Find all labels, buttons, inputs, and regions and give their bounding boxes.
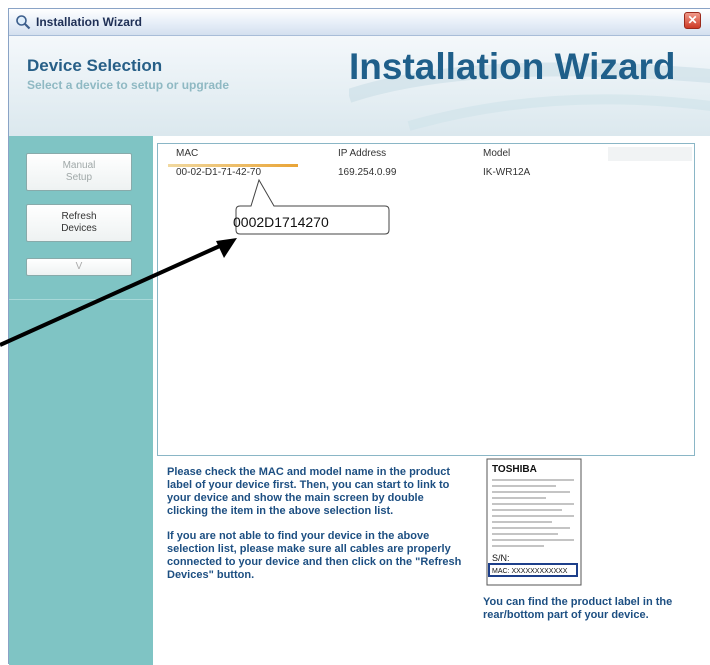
instruction-paragraph-1: Please check the MAC and model name in t… <box>167 466 451 517</box>
product-label-note: You can find the product label in the re… <box>483 596 673 621</box>
page-subtitle: Select a device to setup or upgrade <box>27 78 230 92</box>
row-model: IK-WR12A <box>483 167 531 178</box>
instruction-paragraph-2: If you are not able to find your device … <box>167 530 462 581</box>
manual-setup-button[interactable]: Manual Setup <box>26 153 132 191</box>
callout-mac-text: 0002D1714270 <box>233 214 329 230</box>
label-mac: MAC: XXXXXXXXXXXX <box>492 568 568 575</box>
v-button[interactable]: V <box>26 258 132 276</box>
table-row[interactable]: 00-02-D1-71-42-70 169.254.0.99 IK-WR12A <box>158 166 694 180</box>
magnifier-icon <box>16 15 31 30</box>
label-sn: S/N: <box>492 553 510 563</box>
instructions: Please check the MAC and model name in t… <box>167 466 467 594</box>
manual-setup-label-line2: Setup <box>65 172 93 183</box>
close-icon: ✕ <box>687 13 698 27</box>
column-header-mac[interactable]: MAC <box>176 148 198 159</box>
refresh-devices-label-line2: Devices <box>61 223 97 234</box>
column-header-ip[interactable]: IP Address <box>338 148 386 159</box>
page-title: Device Selection <box>27 56 163 75</box>
device-list[interactable]: MAC IP Address Model 00-02-D1-71-42-70 1… <box>157 143 695 456</box>
v-button-label: V <box>75 261 83 272</box>
column-header-filler <box>608 147 692 161</box>
refresh-devices-button[interactable]: Refresh Devices <box>26 204 132 242</box>
sidebar-divider <box>9 299 153 300</box>
manual-setup-label-line1: Manual <box>62 160 96 171</box>
label-brand: TOSHIBA <box>492 464 537 475</box>
brand-title: Installation Wizard <box>349 46 676 87</box>
column-header-model[interactable]: Model <box>483 148 510 159</box>
window-title: Installation Wizard <box>36 15 142 29</box>
refresh-devices-label-line1: Refresh <box>61 211 97 222</box>
title-bar[interactable]: Installation Wizard ✕ <box>9 9 710 36</box>
row-ip: 169.254.0.99 <box>338 167 397 178</box>
sidebar: Manual Setup Refresh Devices V <box>9 136 153 665</box>
row-mac: 00-02-D1-71-42-70 <box>176 167 262 178</box>
close-button[interactable]: ✕ <box>684 12 701 29</box>
installation-wizard-window: Installation Wizard ✕ Device Selection S… <box>8 8 710 665</box>
product-label-illustration: TOSHIBA S/N: MAC: XXXXXXXXXXXX <box>486 458 582 586</box>
